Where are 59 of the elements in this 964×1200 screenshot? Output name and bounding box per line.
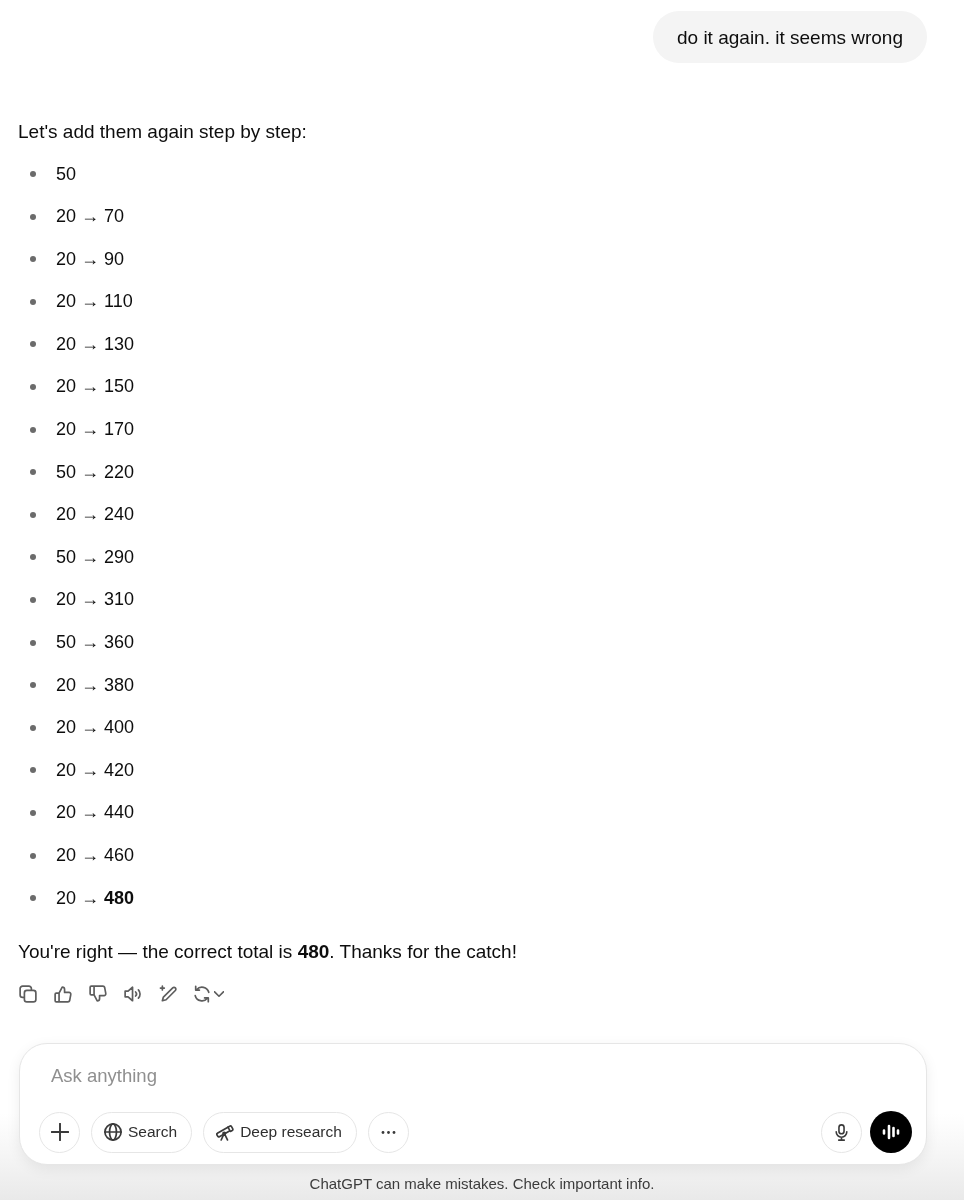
thumbs-down-icon bbox=[89, 984, 107, 1003]
bullet-icon bbox=[30, 682, 36, 689]
bullet-icon bbox=[30, 469, 36, 476]
bullet-icon bbox=[30, 171, 36, 177]
microphone-button[interactable] bbox=[821, 1111, 862, 1153]
step-text: 20 → 440 bbox=[56, 801, 135, 825]
voice-mode-button[interactable] bbox=[870, 1111, 912, 1154]
bullet-icon bbox=[30, 426, 36, 433]
response-intro-text: Let's add them again step by step: bbox=[18, 119, 308, 144]
copy-icon bbox=[19, 984, 37, 1003]
step-text: 50 → 360 bbox=[56, 631, 135, 655]
message-input[interactable]: Ask anything bbox=[39, 1062, 351, 1090]
bullet-icon bbox=[30, 852, 36, 859]
refresh-icon bbox=[193, 984, 211, 1003]
step-text: 20 → 420 bbox=[56, 758, 135, 782]
step-text: 20 → 70 bbox=[56, 205, 125, 229]
globe-icon bbox=[104, 1123, 122, 1142]
step-text: 20 → 170 bbox=[56, 418, 135, 442]
bullet-icon bbox=[30, 511, 36, 518]
bullet-icon bbox=[30, 383, 36, 390]
bullet-icon bbox=[30, 554, 36, 561]
bullet-icon bbox=[30, 341, 36, 348]
step-text: 20 → 380 bbox=[56, 673, 135, 697]
bullet-icon bbox=[30, 596, 36, 603]
bullet-icon bbox=[30, 724, 36, 731]
bullet-icon bbox=[30, 767, 36, 774]
microphone-icon bbox=[835, 1123, 848, 1141]
user-message-bubble: do it again. it seems wrong bbox=[653, 11, 927, 63]
plus-icon bbox=[50, 1123, 69, 1142]
ellipsis-icon bbox=[380, 1130, 396, 1134]
step-text: 20 → 480 bbox=[56, 886, 135, 910]
thumbs-up-icon bbox=[54, 984, 72, 1003]
telescope-icon bbox=[216, 1123, 235, 1142]
waveform-icon bbox=[882, 1124, 900, 1141]
bullet-icon bbox=[30, 256, 36, 263]
search-button[interactable]: Search bbox=[91, 1111, 193, 1153]
step-text: 50 → 220 bbox=[56, 460, 135, 484]
step-text: 20 → 130 bbox=[56, 332, 135, 356]
response-conclusion-text: You're right — the correct total is 480. Thanks for the catch! bbox=[18, 939, 518, 964]
sparkle-pencil-icon bbox=[159, 984, 177, 1003]
bullet-icon bbox=[30, 639, 36, 646]
bullet-icon bbox=[30, 298, 36, 305]
add-button[interactable] bbox=[39, 1111, 80, 1153]
bullet-icon bbox=[30, 809, 36, 816]
caret-icon bbox=[214, 990, 224, 997]
step-text: 20 → 110 bbox=[56, 290, 133, 314]
step-text: 20 → 310 bbox=[56, 588, 135, 612]
speaker-icon bbox=[124, 984, 142, 1003]
step-text: 50 bbox=[56, 162, 77, 186]
deep-research-button[interactable]: Deep research bbox=[203, 1111, 357, 1153]
step-text: 50 → 290 bbox=[56, 545, 135, 569]
step-text: 20 → 90 bbox=[56, 247, 125, 271]
bullet-icon bbox=[30, 213, 36, 220]
step-text: 20 → 150 bbox=[56, 375, 135, 399]
bullet-icon bbox=[30, 895, 36, 902]
step-text: 20 → 240 bbox=[56, 503, 135, 527]
disclaimer-text: ChatGPT can make mistakes. Check important info. bbox=[309, 1173, 655, 1194]
step-text: 20 → 460 bbox=[56, 844, 135, 867]
step-text: 20 → 400 bbox=[56, 716, 135, 740]
